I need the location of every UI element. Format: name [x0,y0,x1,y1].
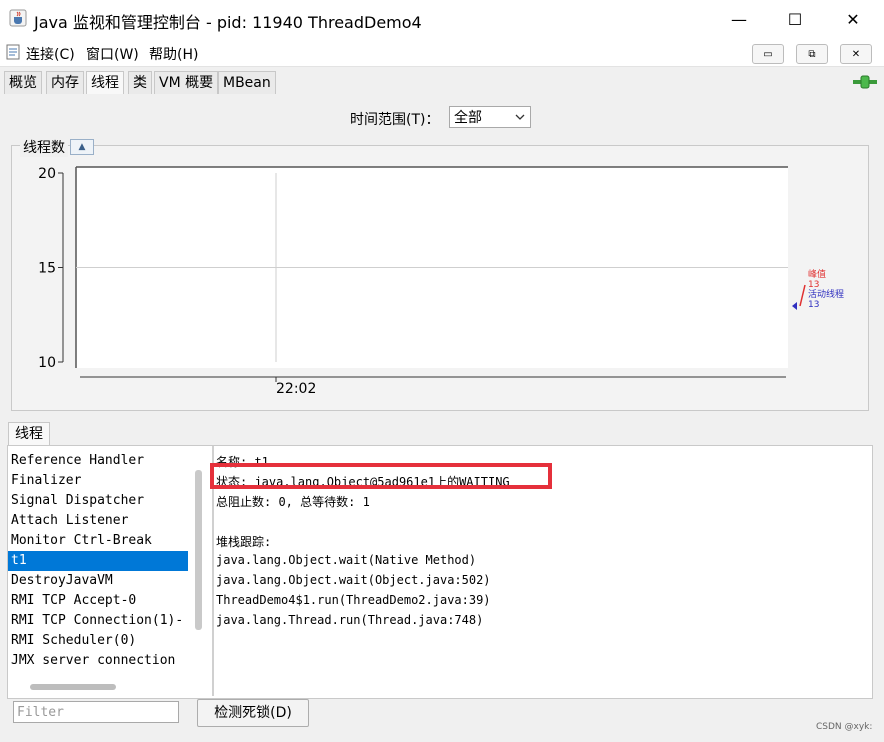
mdi-close-button[interactable]: ✕ [840,44,872,64]
stack-frame: java.lang.Thread.run(Thread.java:748) [216,613,484,627]
legend-live: 活动线程 13 [808,290,844,310]
window-title: Java 监视和管理控制台 - pid: 11940 ThreadDemo4 [34,13,422,32]
thread-list-item[interactable]: t1 [8,551,188,571]
tab-classes[interactable]: 类 [128,71,152,94]
thread-counts: 总阻止数: 0, 总等待数: 1 [216,495,370,509]
thread-list-item[interactable]: Reference Handler [11,451,144,471]
legend-live-value: 13 [808,300,820,310]
mdi-restore-button[interactable]: ⧉ [796,44,828,64]
tab-mbean[interactable]: MBean [218,71,276,94]
list-horizontal-scrollbar[interactable] [30,684,116,690]
document-icon [6,44,20,60]
minimize-button[interactable]: — [710,0,768,38]
menu-connection[interactable]: 连接(C) [26,44,75,64]
filter-input[interactable] [13,701,179,723]
detect-deadlock-button[interactable]: 检测死锁(D) [197,699,309,727]
legend-peak-label: 峰值 [808,270,827,280]
thread-list-item[interactable]: Attach Listener [11,511,128,531]
thread-list[interactable]: Reference Handler Finalizer Signal Dispatc… [8,446,188,680]
thread-list-item[interactable]: RMI TCP Accept-0 [11,591,136,611]
chevron-down-icon [515,114,525,120]
list-vertical-scrollbar[interactable] [195,470,202,630]
legend-peak-value: 13 [808,280,820,290]
time-range-label: 时间范围(T)： [350,112,440,128]
thread-list-item[interactable]: Finalizer [11,471,81,491]
thread-list-item[interactable]: DestroyJavaVM [11,571,113,591]
stack-frame: java.lang.Object.wait(Object.java:502) [216,573,491,587]
legend-live-label: 活动线程 [808,290,845,300]
legend-peak: 峰值 13 [808,270,826,290]
maximize-button[interactable]: ☐ [766,0,824,38]
mdi-minimize-button[interactable]: ▭ [752,44,784,64]
close-button[interactable]: ✕ [824,0,882,38]
menu-help[interactable]: 帮助(H) [149,44,198,64]
tab-vm-summary[interactable]: VM 概要 [154,71,219,94]
connection-status-icon [853,75,877,89]
tab-thread-list[interactable]: 线程 [8,422,50,445]
thread-list-item[interactable]: RMI TCP Connection(1)- [11,611,183,631]
stack-frame: ThreadDemo4$1.run(ThreadDemo2.java:39) [216,593,491,607]
stack-frame: java.lang.Object.wait(Native Method) [216,553,477,567]
thread-count-panel [11,145,869,411]
chart-title: 线程数 [20,137,68,157]
thread-list-item[interactable]: Signal Dispatcher [11,491,144,511]
state-highlight-box [210,463,552,489]
tab-memory[interactable]: 内存 [46,71,84,94]
watermark: CSDN @xyk: [816,722,873,732]
thread-list-item[interactable]: Monitor Ctrl-Break [11,531,152,551]
stack-trace-header: 堆栈跟踪: [216,535,272,549]
java-cup-icon [9,9,27,27]
tab-overview[interactable]: 概览 [4,71,42,94]
menu-window[interactable]: 窗口(W) [86,44,139,64]
thread-list-item[interactable]: JMX server connection [11,651,175,671]
collapse-chevron-icon[interactable]: ▲ [70,139,94,155]
thread-list-item[interactable]: RMI Scheduler(0) [11,631,136,651]
tab-threads[interactable]: 线程 [86,71,124,94]
